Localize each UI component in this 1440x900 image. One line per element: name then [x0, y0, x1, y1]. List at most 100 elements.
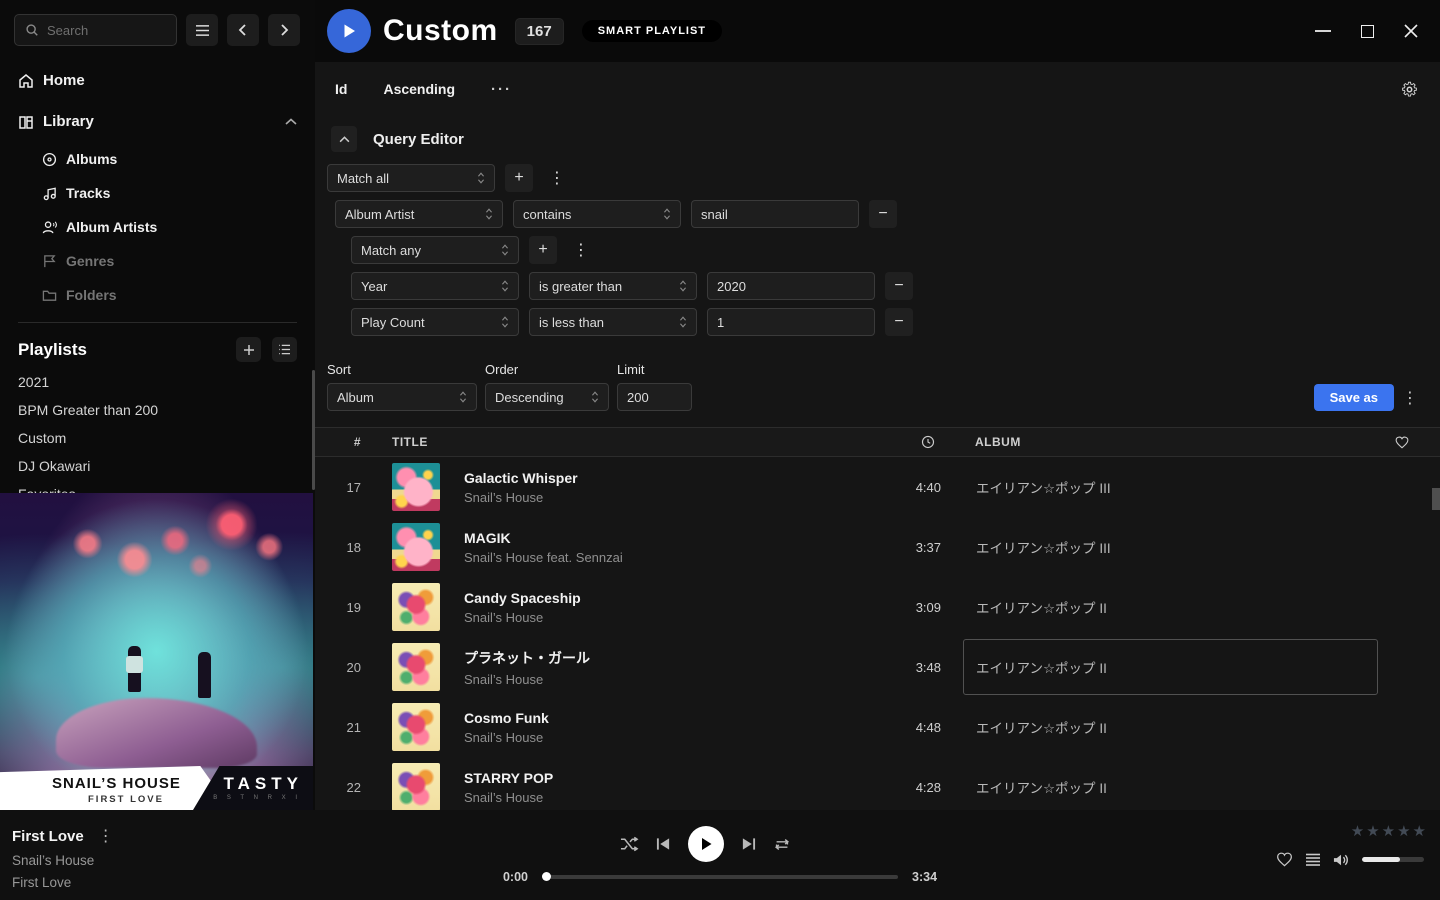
star-icon[interactable]: ★: [1366, 822, 1379, 840]
remove-rule-button[interactable]: −: [869, 200, 897, 228]
sort-order-button[interactable]: Ascending: [383, 81, 455, 97]
album-cell[interactable]: エイリアン☆ポップ II: [963, 699, 1378, 755]
root-match-select[interactable]: Match all: [327, 164, 495, 192]
next-button[interactable]: [741, 837, 756, 851]
add-playlist-button[interactable]: [236, 337, 261, 362]
collapse-query-editor-button[interactable]: [331, 126, 357, 152]
chevron-up-icon[interactable]: [285, 118, 297, 126]
star-icon[interactable]: ★: [1351, 822, 1364, 840]
sidebar-item-home[interactable]: Home: [0, 60, 315, 101]
group-rule2-field-select[interactable]: Play Count: [351, 308, 519, 336]
favorite-heart-button[interactable]: [1276, 852, 1293, 867]
duration-clock-icon[interactable]: [921, 435, 941, 449]
album-art-thumb[interactable]: [392, 523, 440, 571]
nav-forward-button[interactable]: [268, 14, 300, 46]
save-as-button[interactable]: Save as: [1314, 384, 1394, 411]
track-title[interactable]: STARRY POP: [464, 770, 881, 786]
rule-value-input[interactable]: [691, 200, 859, 228]
sidebar-item-genres[interactable]: Genres: [0, 244, 315, 278]
album-cell[interactable]: エイリアン☆ポップ III: [963, 519, 1378, 575]
favorite-column-icon[interactable]: [1395, 436, 1440, 449]
remove-group-rule2-button[interactable]: −: [885, 308, 913, 336]
star-icon[interactable]: ★: [1413, 822, 1426, 840]
now-playing-album[interactable]: First Love: [12, 875, 300, 890]
column-header-index[interactable]: #: [315, 435, 375, 449]
album-art-thumb[interactable]: [392, 763, 440, 810]
volume-slider[interactable]: [1362, 857, 1424, 862]
minimize-button[interactable]: [1308, 16, 1338, 46]
track-artist[interactable]: Snail’s House: [464, 730, 881, 745]
close-button[interactable]: [1396, 16, 1426, 46]
toolbar-more-button[interactable]: ···: [491, 81, 512, 98]
save-menu-button[interactable]: ⋮: [1400, 384, 1420, 411]
previous-button[interactable]: [656, 837, 671, 851]
rule-field-select[interactable]: Album Artist: [335, 200, 503, 228]
album-art-thumb[interactable]: [392, 463, 440, 511]
table-row[interactable]: 18 MAGIK Snail’s House feat. Sennzai 3:3…: [315, 517, 1440, 577]
group-menu-button[interactable]: ⋮: [567, 236, 595, 264]
album-art-thumb[interactable]: [392, 703, 440, 751]
seek-bar[interactable]: [542, 875, 898, 879]
playlist-list-button[interactable]: [272, 337, 297, 362]
table-row[interactable]: 17 Galactic Whisper Snail’s House 4:40 エ…: [315, 457, 1440, 517]
album-cell[interactable]: エイリアン☆ポップ II: [963, 759, 1378, 810]
album-art-thumb[interactable]: [392, 643, 440, 691]
track-artist[interactable]: Snail’s House: [464, 672, 881, 687]
column-header-album[interactable]: ALBUM: [963, 435, 1378, 449]
table-row[interactable]: 21 Cosmo Funk Snail’s House 4:48 エイリアン☆ポ…: [315, 697, 1440, 757]
sidebar-item-tracks[interactable]: Tracks: [0, 176, 315, 210]
playlist-item[interactable]: BPM Greater than 200: [0, 396, 315, 424]
group-rule2-operator-select[interactable]: is less than: [529, 308, 697, 336]
playlist-item[interactable]: Custom: [0, 424, 315, 452]
playlist-item[interactable]: 2021: [0, 368, 315, 396]
play-playlist-button[interactable]: [327, 9, 371, 53]
playlist-item[interactable]: DJ Okawari: [0, 452, 315, 480]
group-rule2-value-input[interactable]: [707, 308, 875, 336]
group-match-select[interactable]: Match any: [351, 236, 519, 264]
volume-icon[interactable]: [1333, 853, 1350, 867]
queue-button[interactable]: [1305, 853, 1321, 867]
group-rule1-field-select[interactable]: Year: [351, 272, 519, 300]
star-icon[interactable]: ★: [1382, 822, 1395, 840]
track-title[interactable]: Candy Spaceship: [464, 590, 881, 606]
rating-stars[interactable]: ★★★★★: [1276, 822, 1426, 840]
track-title[interactable]: Cosmo Funk: [464, 710, 881, 726]
album-cell[interactable]: エイリアン☆ポップ III: [963, 459, 1378, 515]
group-rule1-operator-select[interactable]: is greater than: [529, 272, 697, 300]
group-rule1-value-input[interactable]: [707, 272, 875, 300]
table-row[interactable]: 20 プラネット・ガール Snail’s House 3:48 エイリアン☆ポッ…: [315, 637, 1440, 697]
now-playing-menu-button[interactable]: ⋮: [98, 826, 114, 846]
star-icon[interactable]: ★: [1397, 822, 1410, 840]
order-select[interactable]: Descending: [485, 383, 609, 411]
column-header-title[interactable]: TITLE: [375, 435, 881, 449]
search-box[interactable]: [14, 14, 177, 46]
rule-menu-button[interactable]: ⋮: [543, 164, 571, 192]
track-artist[interactable]: Snail’s House: [464, 610, 881, 625]
sidebar-item-library[interactable]: Library: [0, 101, 315, 142]
add-group-rule-button[interactable]: +: [529, 236, 557, 264]
maximize-button[interactable]: [1352, 16, 1382, 46]
track-title[interactable]: プラネット・ガール: [464, 648, 881, 668]
table-scrollbar[interactable]: [1432, 488, 1440, 510]
seek-knob[interactable]: [542, 872, 551, 881]
album-cell[interactable]: エイリアン☆ポップ II: [963, 579, 1378, 635]
track-artist[interactable]: Snail’s House: [464, 490, 881, 505]
rule-operator-select[interactable]: contains: [513, 200, 681, 228]
play-button[interactable]: [688, 826, 724, 862]
add-rule-button[interactable]: +: [505, 164, 533, 192]
search-input[interactable]: [47, 23, 157, 38]
menu-button[interactable]: [186, 14, 218, 46]
table-row[interactable]: 22 STARRY POP Snail’s House 4:28 エイリアン☆ポ…: [315, 757, 1440, 810]
table-row[interactable]: 19 Candy Spaceship Snail’s House 3:09 エイ…: [315, 577, 1440, 637]
album-art-thumb[interactable]: [392, 583, 440, 631]
repeat-button[interactable]: [773, 837, 791, 852]
shuffle-button[interactable]: [620, 836, 639, 852]
sort-select[interactable]: Album: [327, 383, 477, 411]
album-cell[interactable]: エイリアン☆ポップ II: [963, 639, 1378, 695]
track-artist[interactable]: Snail’s House feat. Sennzai: [464, 550, 881, 565]
sort-field-button[interactable]: Id: [335, 81, 347, 97]
settings-gear-button[interactable]: [1401, 81, 1418, 98]
track-title[interactable]: Galactic Whisper: [464, 470, 881, 486]
track-artist[interactable]: Snail’s House: [464, 790, 881, 805]
sidebar-item-album-artists[interactable]: Album Artists: [0, 210, 315, 244]
